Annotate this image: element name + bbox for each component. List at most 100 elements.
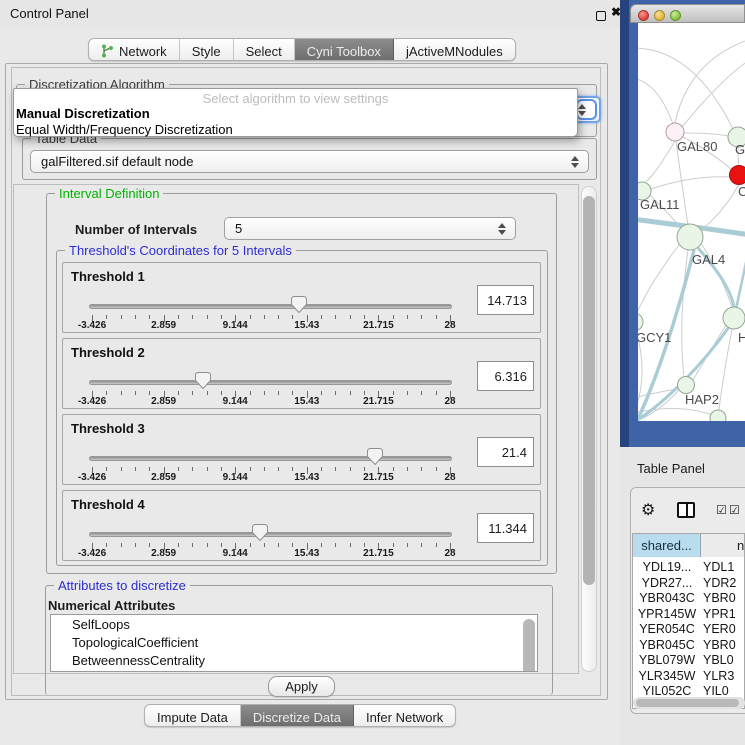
network-node-green[interactable] bbox=[677, 224, 703, 250]
table-row[interactable]: YBL079WYBL0 bbox=[633, 653, 745, 669]
tick-label: 9.144 bbox=[205, 320, 265, 331]
tick-label: 21.715 bbox=[348, 396, 408, 407]
tab-select[interactable]: Select bbox=[234, 39, 295, 60]
threshold-slider-track[interactable] bbox=[89, 532, 452, 537]
tick-label: 15.43 bbox=[277, 548, 337, 559]
tab-impute-data[interactable]: Impute Data bbox=[145, 705, 241, 726]
tick-mark bbox=[264, 315, 265, 319]
tick-mark bbox=[350, 315, 351, 319]
threshold-slider-track[interactable] bbox=[89, 304, 452, 309]
column-header-shared-name[interactable]: shared... bbox=[633, 534, 701, 557]
network-node-green[interactable] bbox=[710, 410, 726, 421]
tick-label: 21.715 bbox=[348, 472, 408, 483]
tick-label: 15.43 bbox=[277, 320, 337, 331]
threshold-panel: Threshold 2 -3.4262.8599.14415.4321.7152… bbox=[62, 338, 541, 409]
network-node-green[interactable] bbox=[678, 377, 695, 394]
close-traffic-light[interactable] bbox=[638, 10, 649, 21]
table-row[interactable]: YPR145WYPR1 bbox=[633, 607, 745, 623]
number-of-intervals-combobox[interactable]: 5 bbox=[224, 217, 516, 240]
tab-label: Infer Network bbox=[366, 710, 443, 725]
minimize-traffic-light[interactable] bbox=[654, 10, 665, 21]
threshold-slider-thumb[interactable] bbox=[367, 448, 383, 465]
attributes-scrollbar-thumb[interactable] bbox=[523, 619, 535, 672]
tick-mark bbox=[106, 391, 107, 395]
table-row[interactable]: YDR27...YDR2 bbox=[633, 576, 745, 592]
tick-mark bbox=[292, 391, 293, 395]
cell-name: YDR2 bbox=[703, 576, 745, 590]
table-row[interactable]: YLR345WYLR3 bbox=[633, 669, 745, 685]
attribute-item-selfloops[interactable]: SelfLoops bbox=[51, 615, 537, 633]
column-header-name[interactable]: na bbox=[701, 534, 745, 557]
tick-mark bbox=[321, 543, 322, 547]
table-row[interactable]: YBR043CYBR0 bbox=[633, 591, 745, 607]
network-canvas[interactable]: GAL80GACGAL11GAL4GCY1HHAP2 bbox=[638, 23, 745, 421]
network-node-red[interactable] bbox=[730, 166, 745, 185]
cell-name: YBR0 bbox=[703, 638, 745, 652]
cell-name: YPR1 bbox=[703, 607, 745, 621]
tick-mark bbox=[393, 315, 394, 319]
threshold-slider-thumb[interactable] bbox=[252, 524, 268, 541]
checkbox-icon-2[interactable]: ☑ bbox=[729, 503, 740, 517]
tick-mark bbox=[393, 391, 394, 395]
tick-mark bbox=[106, 467, 107, 471]
tick-mark bbox=[421, 315, 422, 319]
tick-mark bbox=[192, 543, 193, 547]
table-row[interactable]: YER054CYER0 bbox=[633, 622, 745, 638]
tick-mark bbox=[178, 467, 179, 471]
dropdown-option-equal-width[interactable]: Equal Width/Frequency Discretization bbox=[16, 122, 233, 137]
network-window-titlebar[interactable] bbox=[630, 4, 745, 23]
zoom-traffic-light[interactable] bbox=[670, 10, 681, 21]
tick-label: 28 bbox=[420, 472, 480, 483]
table-horizontal-scrollbar-thumb[interactable] bbox=[636, 699, 739, 707]
tab-style[interactable]: Style bbox=[180, 39, 234, 60]
node-label-h: H bbox=[738, 330, 745, 345]
apply-button[interactable]: Apply bbox=[268, 676, 335, 697]
cell-shared-name: YBL079W bbox=[633, 653, 701, 667]
threshold-value-field[interactable]: 14.713 bbox=[477, 285, 534, 315]
tick-mark bbox=[207, 315, 208, 319]
threshold-value-field[interactable]: 21.4 bbox=[477, 437, 534, 467]
tick-label: 2.859 bbox=[134, 396, 194, 407]
tick-mark bbox=[264, 543, 265, 547]
threshold-slider-track[interactable] bbox=[89, 380, 452, 385]
tick-mark bbox=[421, 391, 422, 395]
tick-mark bbox=[250, 467, 251, 471]
tick-mark bbox=[364, 391, 365, 395]
attribute-item-topologicalcoefficient[interactable]: TopologicalCoefficient bbox=[51, 633, 537, 651]
attribute-item-betweennesscentrality[interactable]: BetweennessCentrality bbox=[51, 651, 537, 669]
tick-mark bbox=[364, 543, 365, 547]
control-panel-header: Control Panel bbox=[0, 0, 620, 28]
gear-icon[interactable]: ⚙ bbox=[641, 500, 655, 520]
table-data-combobox[interactable]: galFiltered.sif default node bbox=[30, 150, 589, 173]
tab-infer-network[interactable]: Infer Network bbox=[354, 705, 455, 726]
tick-mark bbox=[178, 543, 179, 547]
cell-name: YER0 bbox=[703, 622, 745, 636]
threshold-slider-thumb[interactable] bbox=[195, 372, 211, 389]
threshold-value-field[interactable]: 11.344 bbox=[477, 513, 534, 543]
tick-mark bbox=[135, 391, 136, 395]
tab-network[interactable]: Network bbox=[89, 39, 180, 60]
network-node-green[interactable] bbox=[638, 313, 643, 331]
checkbox-icon-1[interactable]: ☑ bbox=[716, 503, 727, 517]
tick-mark bbox=[292, 467, 293, 471]
node-label-gal80: GAL80 bbox=[677, 139, 717, 154]
table-row[interactable]: YBR045CYBR0 bbox=[633, 638, 745, 654]
threshold-value-field[interactable]: 6.316 bbox=[477, 361, 534, 391]
numerical-attributes-list[interactable]: SelfLoopsTopologicalCoefficientBetweenne… bbox=[50, 614, 538, 672]
vertical-scrollbar-thumb[interactable] bbox=[583, 196, 595, 585]
table-row[interactable]: YDL19...YDL1 bbox=[633, 560, 745, 576]
tab-jactivemnodules[interactable]: jActiveMNodules bbox=[394, 39, 515, 60]
tick-mark bbox=[364, 467, 365, 471]
tick-label: 2.859 bbox=[134, 472, 194, 483]
dropdown-option-manual[interactable]: Manual Discretization bbox=[16, 106, 150, 121]
columns-icon[interactable] bbox=[677, 502, 695, 518]
threshold-slider-track[interactable] bbox=[89, 456, 452, 461]
float-window-icon[interactable] bbox=[596, 11, 606, 21]
node-attribute-table[interactable]: shared... na YDL19...YDL1YDR27...YDR2YBR… bbox=[632, 533, 745, 709]
tab-discretize-data[interactable]: Discretize Data bbox=[241, 705, 354, 726]
combo-stepper-cap[interactable] bbox=[576, 99, 597, 120]
tab-cyni-toolbox[interactable]: Cyni Toolbox bbox=[295, 39, 394, 60]
network-node-green[interactable] bbox=[723, 307, 745, 329]
tick-mark bbox=[207, 391, 208, 395]
threshold-slider-thumb[interactable] bbox=[291, 296, 307, 313]
